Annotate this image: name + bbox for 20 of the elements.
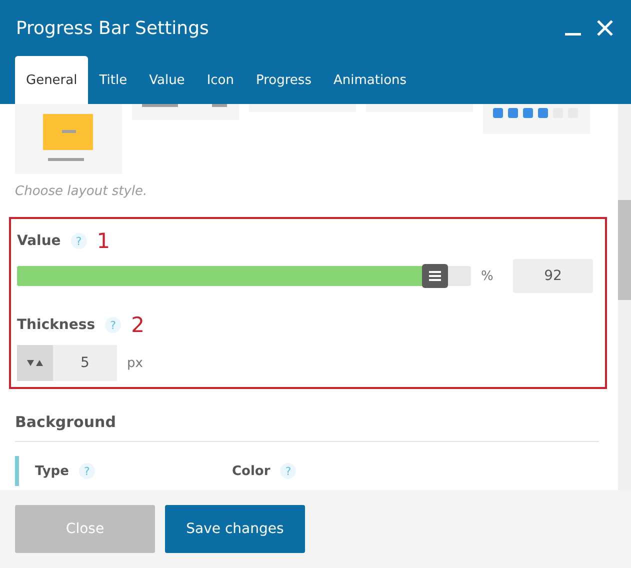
tab[interactable]: Progress (245, 56, 322, 104)
field-label: Value (17, 233, 61, 249)
tab[interactable]: Animations (322, 56, 418, 104)
field-label: Color (232, 464, 270, 478)
section-heading: Background (15, 413, 599, 442)
tab[interactable]: Title (88, 56, 138, 104)
tab[interactable]: Value (138, 56, 196, 104)
annotation-number: 1 (96, 229, 110, 253)
layout-hint: Choose layout style. (15, 184, 148, 199)
tab[interactable]: General (15, 56, 88, 104)
value-input[interactable]: 92 (513, 259, 593, 293)
window-title: Progress Bar Settings (16, 18, 210, 38)
tab[interactable]: Icon (196, 56, 245, 104)
annotation-number: 2 (131, 313, 144, 337)
field-label: Type (35, 464, 69, 478)
unit-label: % (481, 268, 494, 284)
unit-label: px (127, 356, 143, 370)
thickness-input[interactable]: 5 (53, 345, 117, 381)
field-label: Thickness (17, 317, 96, 333)
save-button[interactable]: Save changes (165, 505, 305, 553)
